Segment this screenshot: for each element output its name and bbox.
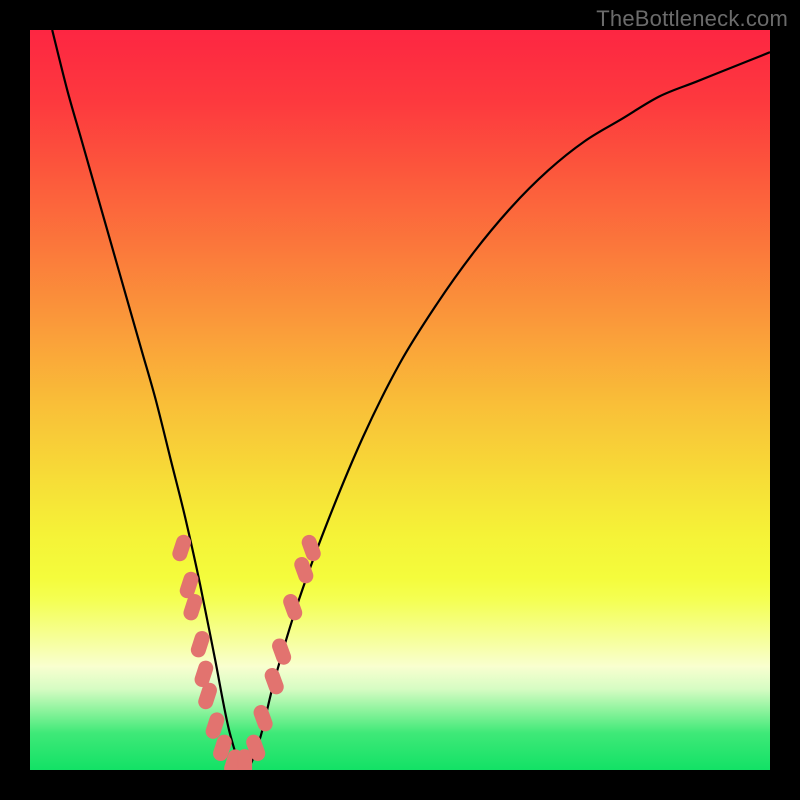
plot-area <box>30 30 770 770</box>
curve-layer <box>30 30 770 770</box>
data-marker <box>271 637 293 666</box>
data-marker <box>263 667 285 696</box>
watermark-text: TheBottleneck.com <box>596 6 788 32</box>
bottleneck-curve <box>52 30 770 770</box>
data-marker <box>190 630 211 659</box>
data-marker <box>252 704 274 733</box>
data-marker <box>171 533 192 562</box>
marker-group <box>171 533 322 770</box>
chart-frame: TheBottleneck.com <box>0 0 800 800</box>
